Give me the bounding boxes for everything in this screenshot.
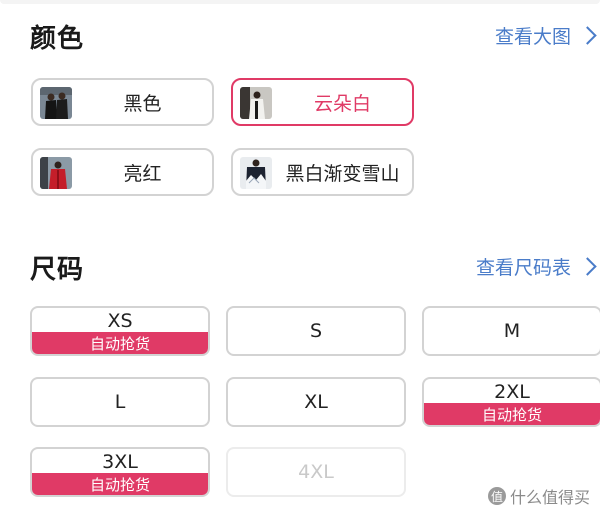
top-divider <box>0 0 600 4</box>
size-option-xl[interactable]: XL <box>226 377 406 427</box>
size-option-label: 2XL <box>494 381 530 403</box>
color-option-label: 黑白渐变雪山 <box>285 162 400 185</box>
view-size-chart-link[interactable]: 查看尺码表 <box>475 253 597 280</box>
size-option-label: S <box>309 320 323 342</box>
color-option-black[interactable]: 黑色 <box>31 78 214 126</box>
size-option-4xl: 4XL <box>226 447 406 497</box>
size-option-label: 4XL <box>298 461 334 483</box>
color-option-label: 黑色 <box>123 92 162 115</box>
size-option-l[interactable]: L <box>30 377 210 427</box>
size-option-2xl[interactable]: 2XL 自动抢货 <box>422 377 600 427</box>
size-option-label: XL <box>304 391 328 413</box>
size-option-3xl[interactable]: 3XL 自动抢货 <box>30 447 210 497</box>
size-option-label: 3XL <box>102 451 138 473</box>
watermark: 值 什么值得买 <box>487 484 590 508</box>
color-option-gradient-snow-mountain[interactable]: 黑白渐变雪山 <box>231 148 414 196</box>
size-option-label: M <box>503 320 521 342</box>
auto-grab-badge: 自动抢货 <box>32 332 208 354</box>
size-option-m[interactable]: M <box>422 306 600 356</box>
size-option-xs[interactable]: XS 自动抢货 <box>30 306 210 356</box>
view-size-chart-label: 查看尺码表 <box>475 257 571 279</box>
color-option-bright-red[interactable]: 亮红 <box>31 148 214 196</box>
size-section-title: 尺码 <box>30 255 85 285</box>
view-large-image-link[interactable]: 查看大图 <box>494 22 597 49</box>
color-option-label: 云朵白 <box>313 92 371 115</box>
chevron-right-icon <box>578 26 597 45</box>
chevron-right-icon <box>578 257 597 276</box>
size-option-label: L <box>114 391 126 413</box>
color-section-title: 颜色 <box>30 24 85 54</box>
gradient-coat-thumbnail <box>240 157 272 189</box>
size-option-s[interactable]: S <box>226 306 406 356</box>
view-large-image-label: 查看大图 <box>494 26 571 48</box>
auto-grab-badge: 自动抢货 <box>424 403 600 425</box>
auto-grab-badge: 自动抢货 <box>32 473 208 495</box>
red-coat-thumbnail <box>40 157 72 189</box>
watermark-text: 什么值得买 <box>509 488 590 507</box>
sku-selector-panel: 颜色 查看大图 黑色 云朵白 亮红 黑白渐变雪山 尺码 查看尺码表 XS 自动抢… <box>0 0 600 516</box>
size-option-label: XS <box>107 310 133 332</box>
white-coat-thumbnail <box>240 87 272 119</box>
color-option-cloud-white[interactable]: 云朵白 <box>231 78 414 126</box>
black-coat-thumbnail <box>40 87 72 119</box>
color-option-label: 亮红 <box>123 162 162 185</box>
watermark-logo-icon: 值 <box>487 487 506 505</box>
